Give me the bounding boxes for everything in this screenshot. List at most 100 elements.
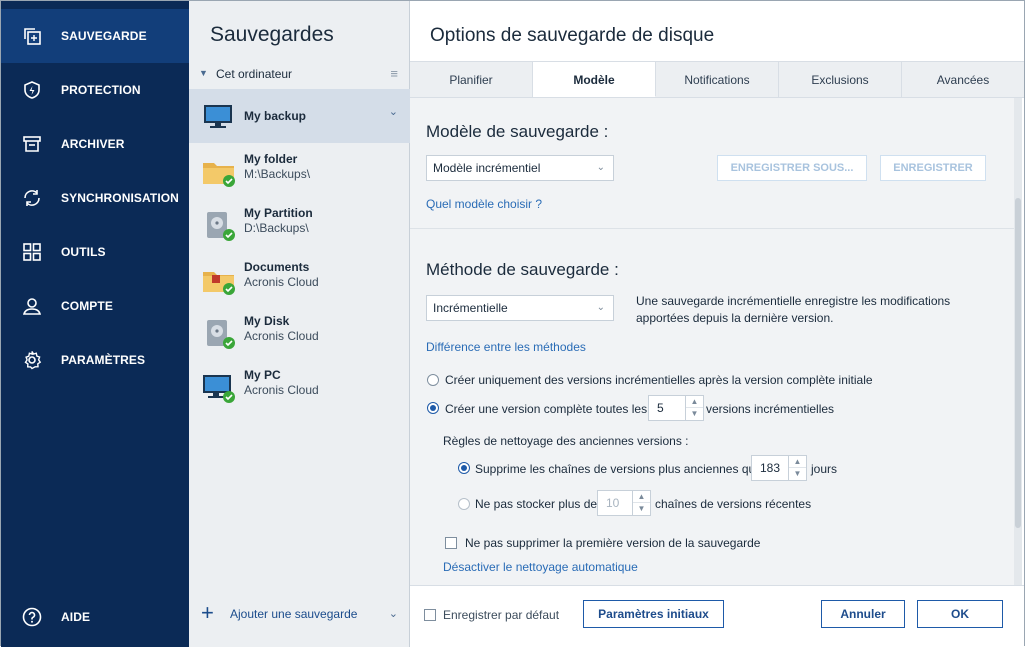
page-title: Sauvegardes [210, 23, 334, 46]
save-default-checkbox[interactable] [424, 609, 436, 621]
grid-icon [22, 242, 42, 262]
stepper-arrows[interactable]: ▲ ▼ [632, 491, 650, 515]
nav-label: COMPTE [61, 299, 113, 313]
method-select[interactable]: Incrémentielle ⌄ [426, 295, 614, 321]
backup-name: My folder [244, 152, 298, 166]
tab-content: Modèle de sauvegarde : Modèle incrémenti… [410, 98, 1014, 585]
full-every-suffix: versions incrémentielles [706, 402, 835, 416]
tab-exclusions[interactable]: Exclusions [779, 62, 902, 97]
full-every-value: 5 [657, 401, 664, 415]
save-default-label: Enregistrer par défaut [443, 608, 560, 622]
nav-item-aide[interactable]: AIDE [1, 590, 189, 644]
hamburger-icon[interactable]: ≡ [390, 66, 398, 81]
divider [410, 228, 1014, 229]
nav-item-protection[interactable]: PROTECTION [1, 63, 189, 117]
backup-item-my-folder[interactable]: My folder M:\Backups\ [189, 143, 410, 197]
backup-item-my-disk[interactable]: My Disk Acronis Cloud [189, 305, 410, 359]
radio-cleanup-days-label: Supprime les chaînes de versions plus an… [475, 462, 762, 476]
nav-label: ARCHIVER [61, 137, 125, 151]
options-panel: Options de sauvegarde de disque Planifie… [410, 1, 1024, 647]
keep-first-label: Ne pas supprimer la première version de … [465, 536, 761, 550]
radio-cleanup-chains[interactable] [458, 498, 470, 510]
reset-settings-button[interactable]: Paramètres initiaux [583, 600, 724, 628]
nav-item-outils[interactable]: OUTILS [1, 225, 189, 279]
chevron-down-icon[interactable]: ▼ [789, 468, 806, 480]
question-icon [22, 607, 42, 627]
tab-planifier[interactable]: Planifier [410, 62, 533, 97]
nav-item-archiver[interactable]: ARCHIVER [1, 117, 189, 171]
method-select-value: Incrémentielle [433, 301, 508, 315]
folder-icon [202, 154, 236, 188]
chevron-down-icon[interactable]: ⌄ [389, 105, 398, 118]
main-nav: SAUVEGARDE PROTECTION ARCHIVER SYNCHRONI… [1, 1, 189, 647]
chevron-down-icon: ⌄ [596, 302, 605, 313]
ok-button[interactable]: OK [917, 600, 1003, 628]
nav-label: AIDE [61, 610, 91, 624]
nav-item-compte[interactable]: COMPTE [1, 279, 189, 333]
method-diff-link[interactable]: Différence entre les méthodes [426, 340, 586, 354]
chevron-up-icon[interactable]: ▲ [633, 491, 650, 503]
backup-item-documents[interactable]: Documents Acronis Cloud [189, 251, 410, 305]
tab-modele[interactable]: Modèle [533, 62, 656, 97]
chevron-down-icon: ⌄ [596, 162, 605, 173]
chevron-down-icon[interactable]: ▼ [633, 503, 650, 515]
save-as-button[interactable]: ENREGISTRER SOUS... [717, 155, 867, 181]
scheme-select-value: Modèle incrémentiel [433, 161, 541, 175]
nav-item-synchronisation[interactable]: SYNCHRONISATION [1, 171, 189, 225]
cleanup-days-stepper[interactable]: 183 ▲ ▼ [751, 455, 807, 481]
chevron-up-icon[interactable]: ▲ [686, 396, 703, 408]
nav-item-sauvegarde[interactable]: SAUVEGARDE [1, 9, 189, 63]
nav-label: SAUVEGARDE [61, 29, 147, 43]
scheme-section: Modèle de sauvegarde : Modèle incrémenti… [410, 98, 1014, 228]
full-every-stepper[interactable]: 5 ▲ ▼ [648, 395, 704, 421]
scrollbar[interactable] [1014, 98, 1022, 585]
gear-icon [22, 350, 42, 370]
monitor-icon [202, 100, 236, 134]
chevron-down-icon[interactable]: ⌄ [389, 607, 398, 620]
radio-incremental-only-label: Créer uniquement des versions incrémenti… [445, 373, 873, 387]
group-label: Cet ordinateur [216, 67, 293, 81]
which-scheme-link[interactable]: Quel modèle choisir ? [426, 197, 542, 211]
cleanup-label: Règles de nettoyage des anciennes versio… [443, 434, 689, 448]
radio-full-every-label: Créer une version complète toutes les [445, 402, 648, 416]
disk-icon [202, 208, 236, 242]
chevron-down-icon[interactable]: ▼ [686, 408, 703, 420]
backup-name: My Disk [244, 314, 290, 328]
save-button[interactable]: ENREGISTRER [880, 155, 986, 181]
add-backup-button[interactable]: + Ajouter une sauvegarde ⌄ [189, 591, 410, 637]
backup-item-my-backup[interactable]: My backup ⌄ [189, 89, 410, 143]
method-heading: Méthode de sauvegarde : [426, 260, 619, 279]
radio-full-every[interactable] [427, 402, 439, 414]
nav-item-parametres[interactable]: PARAMÈTRES [1, 333, 189, 387]
tab-bar: Planifier Modèle Notifications Exclusion… [410, 61, 1024, 98]
scrollbar-thumb[interactable] [1015, 198, 1021, 528]
stepper-arrows[interactable]: ▲ ▼ [788, 456, 806, 480]
disable-cleanup-link[interactable]: Désactiver le nettoyage automatique [443, 560, 638, 574]
keep-first-checkbox[interactable] [445, 537, 457, 549]
briefcase-icon [202, 262, 236, 296]
app-window: SAUVEGARDE PROTECTION ARCHIVER SYNCHRONI… [0, 0, 1025, 647]
add-backup-label: Ajouter une sauvegarde [230, 607, 358, 621]
radio-incremental-only[interactable] [427, 374, 439, 386]
tab-avancees[interactable]: Avancées [902, 62, 1024, 97]
radio-cleanup-chains-label: Ne pas stocker plus de [475, 497, 598, 511]
tab-notifications[interactable]: Notifications [656, 62, 779, 97]
caret-down-icon: ▼ [199, 68, 208, 78]
cleanup-chains-suffix: chaînes de versions récentes [655, 497, 812, 511]
scheme-heading: Modèle de sauvegarde : [426, 122, 609, 141]
backup-item-my-partition[interactable]: My Partition D:\Backups\ [189, 197, 410, 251]
scheme-select[interactable]: Modèle incrémentiel ⌄ [426, 155, 614, 181]
disk-icon [202, 316, 236, 350]
backup-path: M:\Backups\ [244, 167, 311, 181]
radio-cleanup-days[interactable] [458, 462, 470, 474]
sync-icon [22, 188, 42, 208]
cleanup-chains-stepper[interactable]: 10 ▲ ▼ [597, 490, 651, 516]
cancel-button[interactable]: Annuler [821, 600, 905, 628]
backup-item-my-pc[interactable]: My PC Acronis Cloud [189, 359, 410, 413]
stepper-arrows[interactable]: ▲ ▼ [685, 396, 703, 420]
backup-list: Sauvegardes ▼ Cet ordinateur ≡ My backup… [189, 1, 410, 647]
chevron-up-icon[interactable]: ▲ [789, 456, 806, 468]
group-header[interactable]: ▼ Cet ordinateur ≡ [189, 63, 410, 87]
backup-path: Acronis Cloud [244, 383, 319, 397]
method-description: Une sauvegarde incrémentielle enregistre… [636, 294, 951, 325]
